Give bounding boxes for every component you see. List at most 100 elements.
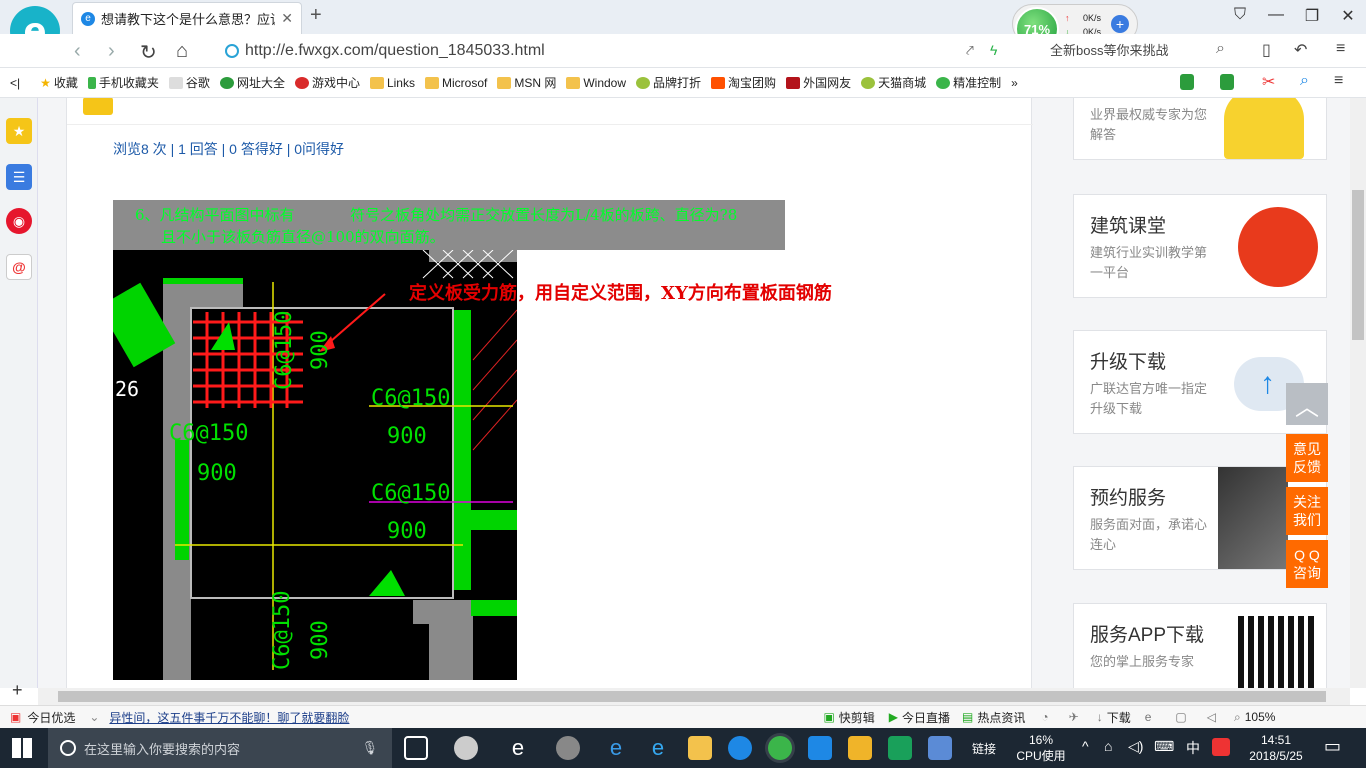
refresh-icon[interactable]: ↻	[140, 40, 157, 65]
zoom-level[interactable]: 105%	[1245, 710, 1276, 724]
url-field[interactable]: http://e.fwxgx.com/question_1845033.html	[225, 40, 955, 62]
ad-course[interactable]: 建筑课堂 建筑行业实训教学第一平台	[1073, 194, 1327, 298]
mobile-icon[interactable]: ▯	[1262, 40, 1271, 60]
bookmark-control[interactable]: 精准控制	[936, 74, 1001, 91]
zoom-icon[interactable]: ⌕	[1234, 710, 1241, 725]
email-icon[interactable]: @	[6, 254, 32, 280]
bookmark-windows[interactable]: Window	[566, 76, 626, 90]
vertical-scrollbar[interactable]	[1350, 98, 1366, 688]
undo-icon[interactable]: ↶	[1294, 40, 1307, 60]
magnifier-icon[interactable]: ⌕	[1300, 72, 1309, 90]
bookmark-microsoft[interactable]: Microsof	[424, 76, 487, 90]
hot-news-icon: ▤	[962, 710, 974, 724]
h-app-icon[interactable]	[888, 736, 912, 760]
ie-icon[interactable]: e	[646, 736, 670, 760]
search-icon[interactable]: ⌕	[1216, 40, 1225, 58]
favorites-star-icon[interactable]: ★	[6, 118, 32, 144]
translate-icon[interactable]	[1220, 74, 1234, 90]
back-to-top-icon[interactable]: ︿	[1286, 383, 1328, 425]
download-link[interactable]: 下载	[1107, 709, 1131, 726]
qq-consult-button[interactable]: Q Q咨询	[1286, 540, 1328, 588]
fan-app-icon[interactable]	[454, 736, 478, 760]
scissors-icon[interactable]: ✂	[1262, 72, 1275, 92]
volume-icon[interactable]: ◁)	[1128, 738, 1143, 755]
bookmark-foreign[interactable]: 外国网友	[786, 74, 851, 91]
sogou-icon[interactable]	[1212, 738, 1230, 756]
live-link[interactable]: 今日直播	[902, 709, 950, 726]
upload-speed: 0K/s	[1083, 13, 1102, 23]
app-icon[interactable]	[556, 736, 580, 760]
add-sidebar-icon[interactable]: +	[12, 680, 23, 701]
cpu-usage[interactable]: 16% CPU使用	[1014, 732, 1068, 764]
bookmark-brand[interactable]: 品牌打折	[636, 74, 701, 91]
bookmark-menu-icon[interactable]: ≡	[1334, 72, 1343, 90]
file-explorer-icon[interactable]	[688, 736, 712, 760]
ie-mode-icon[interactable]: e	[1145, 710, 1152, 724]
bookmark-hao[interactable]: 网址大全	[219, 74, 285, 91]
tray-chevron-icon[interactable]: ^	[1082, 738, 1089, 754]
microphone-icon[interactable]: 🎙	[361, 740, 378, 756]
network-label[interactable]: 链接	[972, 740, 996, 757]
lightning-icon[interactable]: ϟ	[990, 42, 997, 58]
browser-360-icon[interactable]	[768, 736, 792, 760]
home-icon[interactable]: ⌂	[176, 40, 188, 63]
ad-app-download[interactable]: 服务APP下载 您的掌上服务专家	[1073, 603, 1327, 688]
taskbar-search[interactable]: 在这里输入你要搜索的内容 🎙	[48, 728, 392, 768]
ime-indicator[interactable]: 中	[1186, 738, 1200, 758]
clock[interactable]: 14:51 2018/5/25	[1240, 732, 1312, 764]
pin-icon[interactable]: ✈	[1069, 710, 1079, 724]
accelerate-icon[interactable]: +	[1111, 15, 1129, 33]
bookmark-msn[interactable]: MSN 网	[497, 74, 556, 91]
shield-icon[interactable]	[1180, 74, 1194, 90]
g-app-icon[interactable]	[728, 736, 752, 760]
reader-list-icon[interactable]: ☰	[6, 164, 32, 190]
close-window-icon[interactable]: ✕	[1328, 6, 1366, 26]
feedback-button[interactable]: 意见反馈	[1286, 434, 1328, 482]
chevron-down-icon[interactable]: ⌄	[89, 710, 99, 724]
question-image[interactable]: 6、凡结构平面图中标有 符号之板角处均需正交放置长度为L/4板的板跨、直径为?8…	[113, 200, 832, 680]
kuaijianji-link[interactable]: 快剪辑	[839, 709, 875, 726]
new-tab-icon[interactable]: +	[310, 4, 322, 27]
bookmark-tmall[interactable]: 天猫商城	[861, 74, 926, 91]
cross-app-icon[interactable]	[808, 736, 832, 760]
bookmark-links[interactable]: Links	[369, 76, 415, 90]
weibo-icon[interactable]: ◉	[6, 208, 32, 234]
task-view-icon[interactable]	[404, 736, 428, 760]
maximize-icon[interactable]: ❐	[1292, 6, 1332, 26]
ad-expert[interactable]: 业界最权威专家为您解答	[1073, 98, 1327, 160]
edge-icon[interactable]: e	[604, 736, 628, 760]
horizontal-scroll-thumb[interactable]	[58, 691, 1326, 702]
bookmark-taobao[interactable]: 淘宝团购	[711, 74, 776, 91]
notes-app-icon[interactable]	[848, 736, 872, 760]
bookmark-google[interactable]: 谷歌	[168, 74, 210, 91]
forward-icon[interactable]: ›	[108, 40, 115, 63]
screenshot-app-icon[interactable]	[928, 736, 952, 760]
minimize-icon[interactable]: —	[1256, 6, 1296, 24]
back-icon[interactable]: ‹	[74, 40, 81, 63]
vertical-scroll-thumb[interactable]	[1352, 190, 1364, 340]
tab-active[interactable]: e 想请教下这个是什么意思？应该怎么 ✕	[72, 2, 302, 34]
search-recommendation[interactable]: 全新boss等你来挑战	[1050, 40, 1210, 59]
window-icon[interactable]: ▢	[1175, 710, 1186, 724]
bookmark-mobile[interactable]: 手机收藏夹	[87, 74, 159, 91]
windows-start-icon[interactable]	[12, 738, 32, 758]
close-tab-icon[interactable]: ✕	[281, 10, 293, 27]
menu-icon[interactable]: ≡	[1336, 40, 1345, 58]
share-icon[interactable]: ⤤	[966, 42, 974, 59]
news-ticker[interactable]: 异性间，这五件事千万不能聊！聊了就要翻脸	[109, 709, 349, 726]
shirt-skin-icon[interactable]: ⛉	[1220, 6, 1260, 24]
follow-button[interactable]: 关注我们	[1286, 487, 1328, 535]
notification-icon[interactable]: ▭	[1324, 736, 1341, 757]
sound-icon[interactable]: ◁	[1207, 710, 1216, 724]
today-picks[interactable]: 今日优选	[27, 709, 75, 726]
keyboard-icon[interactable]: ⌨	[1154, 738, 1174, 755]
bookmark-favorites[interactable]: ★ 收藏	[40, 74, 78, 91]
network-icon[interactable]: ⌂	[1104, 738, 1112, 754]
more-bookmarks-icon[interactable]: »	[1011, 76, 1018, 90]
speed-gauge-icon[interactable]: ◔	[1041, 710, 1048, 724]
browser-e-icon[interactable]: e	[506, 736, 530, 760]
sidebar-toggle-icon[interactable]: <|	[10, 76, 20, 90]
cad-label: C6@150	[371, 386, 450, 411]
hot-news-link[interactable]: 热点资讯	[977, 709, 1025, 726]
bookmark-game[interactable]: 游戏中心	[294, 74, 360, 91]
